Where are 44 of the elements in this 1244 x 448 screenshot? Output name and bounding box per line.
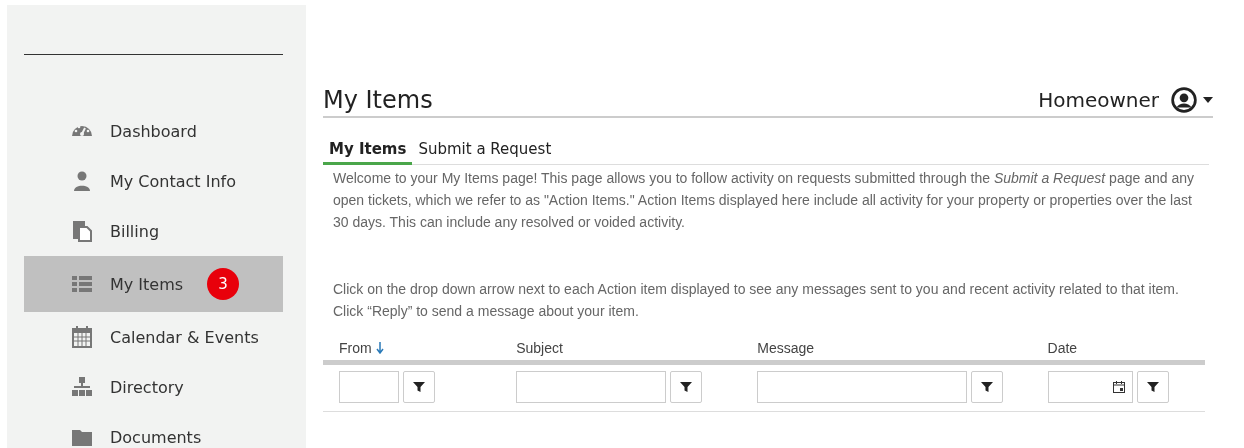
docs-icon — [70, 219, 94, 243]
sidebar-item[interactable]: My Items 3 — [24, 256, 283, 312]
tab[interactable]: My Items — [323, 138, 413, 165]
sidebar-item-label: Dashboard — [110, 121, 197, 141]
sidebar-item[interactable]: Calendar & Events — [24, 312, 283, 362]
filter-button[interactable] — [403, 371, 435, 403]
sidebar-item-label: Billing — [110, 221, 160, 241]
sidebar-item[interactable]: Documents — [24, 412, 283, 448]
sidebar-item-label: Documents — [110, 427, 202, 447]
instructions-text: Click on the drop down arrow next to each Action item displayed to see any messages sent to you and recent activity related to that item. Click “Reply” to send a message about your item. — [332, 280, 1180, 321]
sidebar-item-label: My Items — [110, 274, 184, 294]
filter-field[interactable] — [1047, 371, 1133, 403]
column-header[interactable]: From — [339, 340, 372, 356]
sidebar-item-label: Calendar & Events — [110, 327, 259, 347]
column-header[interactable]: Date — [1047, 340, 1078, 356]
count-badge: 3 — [207, 268, 240, 300]
filter-icon — [680, 381, 693, 393]
filter-field[interactable] — [757, 371, 968, 403]
sidebar-item[interactable]: Dashboard — [24, 106, 283, 156]
tab[interactable]: Submit a Request — [412, 138, 558, 165]
sidebar-item-label: Directory — [110, 377, 184, 397]
column-header[interactable]: Message — [757, 340, 815, 356]
filter-button[interactable] — [670, 371, 703, 403]
calendar-icon[interactable] — [1111, 380, 1126, 394]
filter-field[interactable] — [339, 371, 399, 403]
filter-icon — [1146, 381, 1159, 393]
filter-icon — [413, 381, 425, 393]
sidebar-item[interactable]: Billing — [24, 206, 283, 256]
intro-text: Welcome to your My Items page! This page allows you to follow activity on requests submitted through the Submit a Request page and any open tickets, which we refer to as "Action Items." Action Items displayed here include all activity for your property or properties over the last 30 days. This can include any resolved or voided activity. — [332, 169, 1195, 232]
sidebar-item[interactable]: Directory — [24, 362, 283, 412]
user-avatar-icon[interactable] — [1171, 87, 1197, 113]
page-title: My Items — [323, 86, 434, 114]
sort-arrow-icon[interactable] — [375, 342, 384, 354]
org-icon — [70, 375, 94, 399]
user-name[interactable]: Homeowner — [1038, 88, 1159, 112]
filter-button[interactable] — [971, 371, 1004, 403]
filter-icon — [981, 381, 994, 393]
column-header[interactable]: Subject — [516, 340, 563, 356]
filter-button[interactable] — [1136, 371, 1169, 403]
caret-icon[interactable] — [1203, 97, 1213, 103]
filter-field[interactable] — [516, 371, 667, 403]
sidebar-item[interactable]: My Contact Info — [24, 156, 283, 206]
calendar-icon — [70, 325, 94, 349]
sidebar-item-label: My Contact Info — [110, 171, 236, 191]
